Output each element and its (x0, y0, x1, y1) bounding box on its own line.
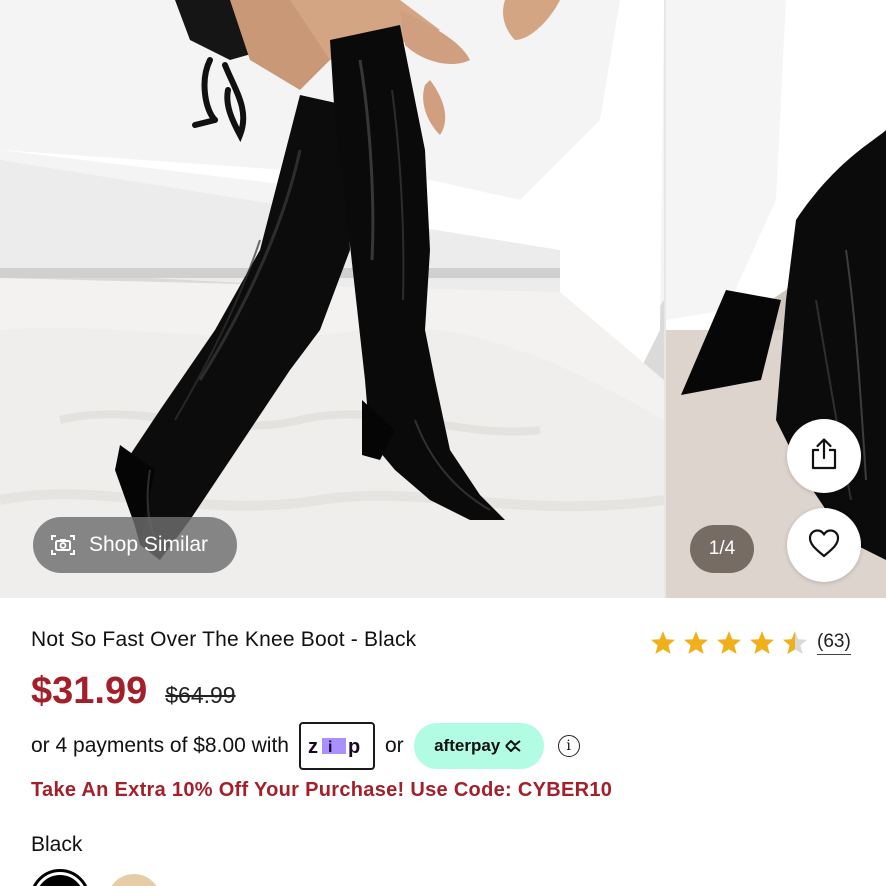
star-icon (684, 631, 708, 654)
star-icon (651, 631, 675, 654)
image-counter: 1/4 (690, 525, 754, 573)
product-rating[interactable]: (63) (650, 630, 851, 655)
half-star-icon (783, 631, 807, 654)
zip-logo[interactable]: z i p (298, 722, 375, 770)
product-photo-next[interactable] (666, 0, 886, 598)
selected-color-label: Black (31, 833, 83, 856)
installment-payments: or 4 payments of $8.00 with z i p or aft… (31, 722, 580, 770)
wishlist-button[interactable] (787, 508, 861, 582)
product-title: Not So Fast Over The Knee Boot - Black (31, 628, 417, 651)
rating-stars (650, 630, 808, 655)
installment-text: or 4 payments of $8.00 with (31, 734, 289, 757)
sale-price: $31.99 (31, 670, 148, 712)
afterpay-logo[interactable]: afterpay (413, 723, 544, 769)
share-button[interactable] (787, 419, 861, 493)
camera-scan-icon (49, 531, 77, 559)
svg-text:z: z (308, 736, 319, 757)
star-icon (717, 631, 741, 654)
heart-icon (807, 528, 841, 563)
shop-similar-label: Shop Similar (89, 533, 209, 556)
color-swatch-nude[interactable] (107, 874, 161, 886)
promo-banner: Take An Extra 10% Off Your Purchase! Use… (31, 779, 613, 801)
product-image-gallery[interactable]: Shop Similar 1/4 (0, 0, 886, 598)
star-icon (750, 631, 774, 654)
info-icon[interactable]: i (557, 735, 580, 757)
svg-text:p: p (348, 736, 361, 757)
original-price: $64.99 (165, 682, 236, 708)
svg-text:i: i (328, 739, 333, 756)
color-swatch-black[interactable] (30, 869, 90, 886)
product-photo-main[interactable] (0, 0, 664, 598)
afterpay-arrows-icon (505, 740, 521, 752)
price-row: $31.99 $64.99 (31, 670, 236, 713)
or-text: or (384, 734, 404, 757)
afterpay-label: afterpay (434, 736, 501, 755)
shop-similar-button[interactable]: Shop Similar (33, 517, 237, 573)
share-icon (809, 437, 839, 476)
review-count-link[interactable]: (63) (817, 631, 851, 655)
